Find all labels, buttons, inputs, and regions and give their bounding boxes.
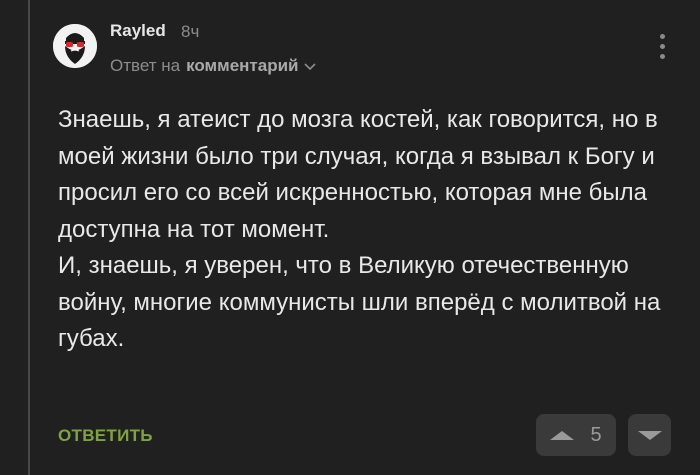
comment-paragraph: Знаешь, я атеист до мозга костей, как го… — [58, 106, 658, 243]
reply-to-info: Ответ на комментарий — [110, 56, 317, 76]
upvote-arrow-icon — [550, 430, 575, 440]
comment-time: 8ч — [181, 22, 200, 41]
chevron-down-icon[interactable] — [304, 56, 317, 76]
downvote-arrow-icon — [637, 430, 662, 440]
avatar[interactable] — [53, 24, 97, 68]
comment-author[interactable]: Rayled — [110, 21, 166, 41]
upvote-button[interactable]: 5 — [536, 414, 616, 456]
thread-line — [28, 0, 30, 475]
reply-to-target-link[interactable]: комментарий — [186, 56, 298, 76]
bearded-man-avatar-icon — [53, 24, 97, 68]
reply-button[interactable]: ОТВЕТИТЬ — [58, 426, 153, 446]
comment-paragraph: И, знаешь, я уверен, что в Великую отече… — [58, 252, 661, 352]
rating-count: 5 — [590, 423, 602, 446]
reply-to-prefix: Ответ на — [110, 56, 181, 75]
downvote-button[interactable] — [628, 414, 671, 456]
kebab-menu-icon[interactable] — [655, 32, 671, 62]
comment-body: Знаешь, я атеист до мозга костей, как го… — [58, 102, 688, 358]
